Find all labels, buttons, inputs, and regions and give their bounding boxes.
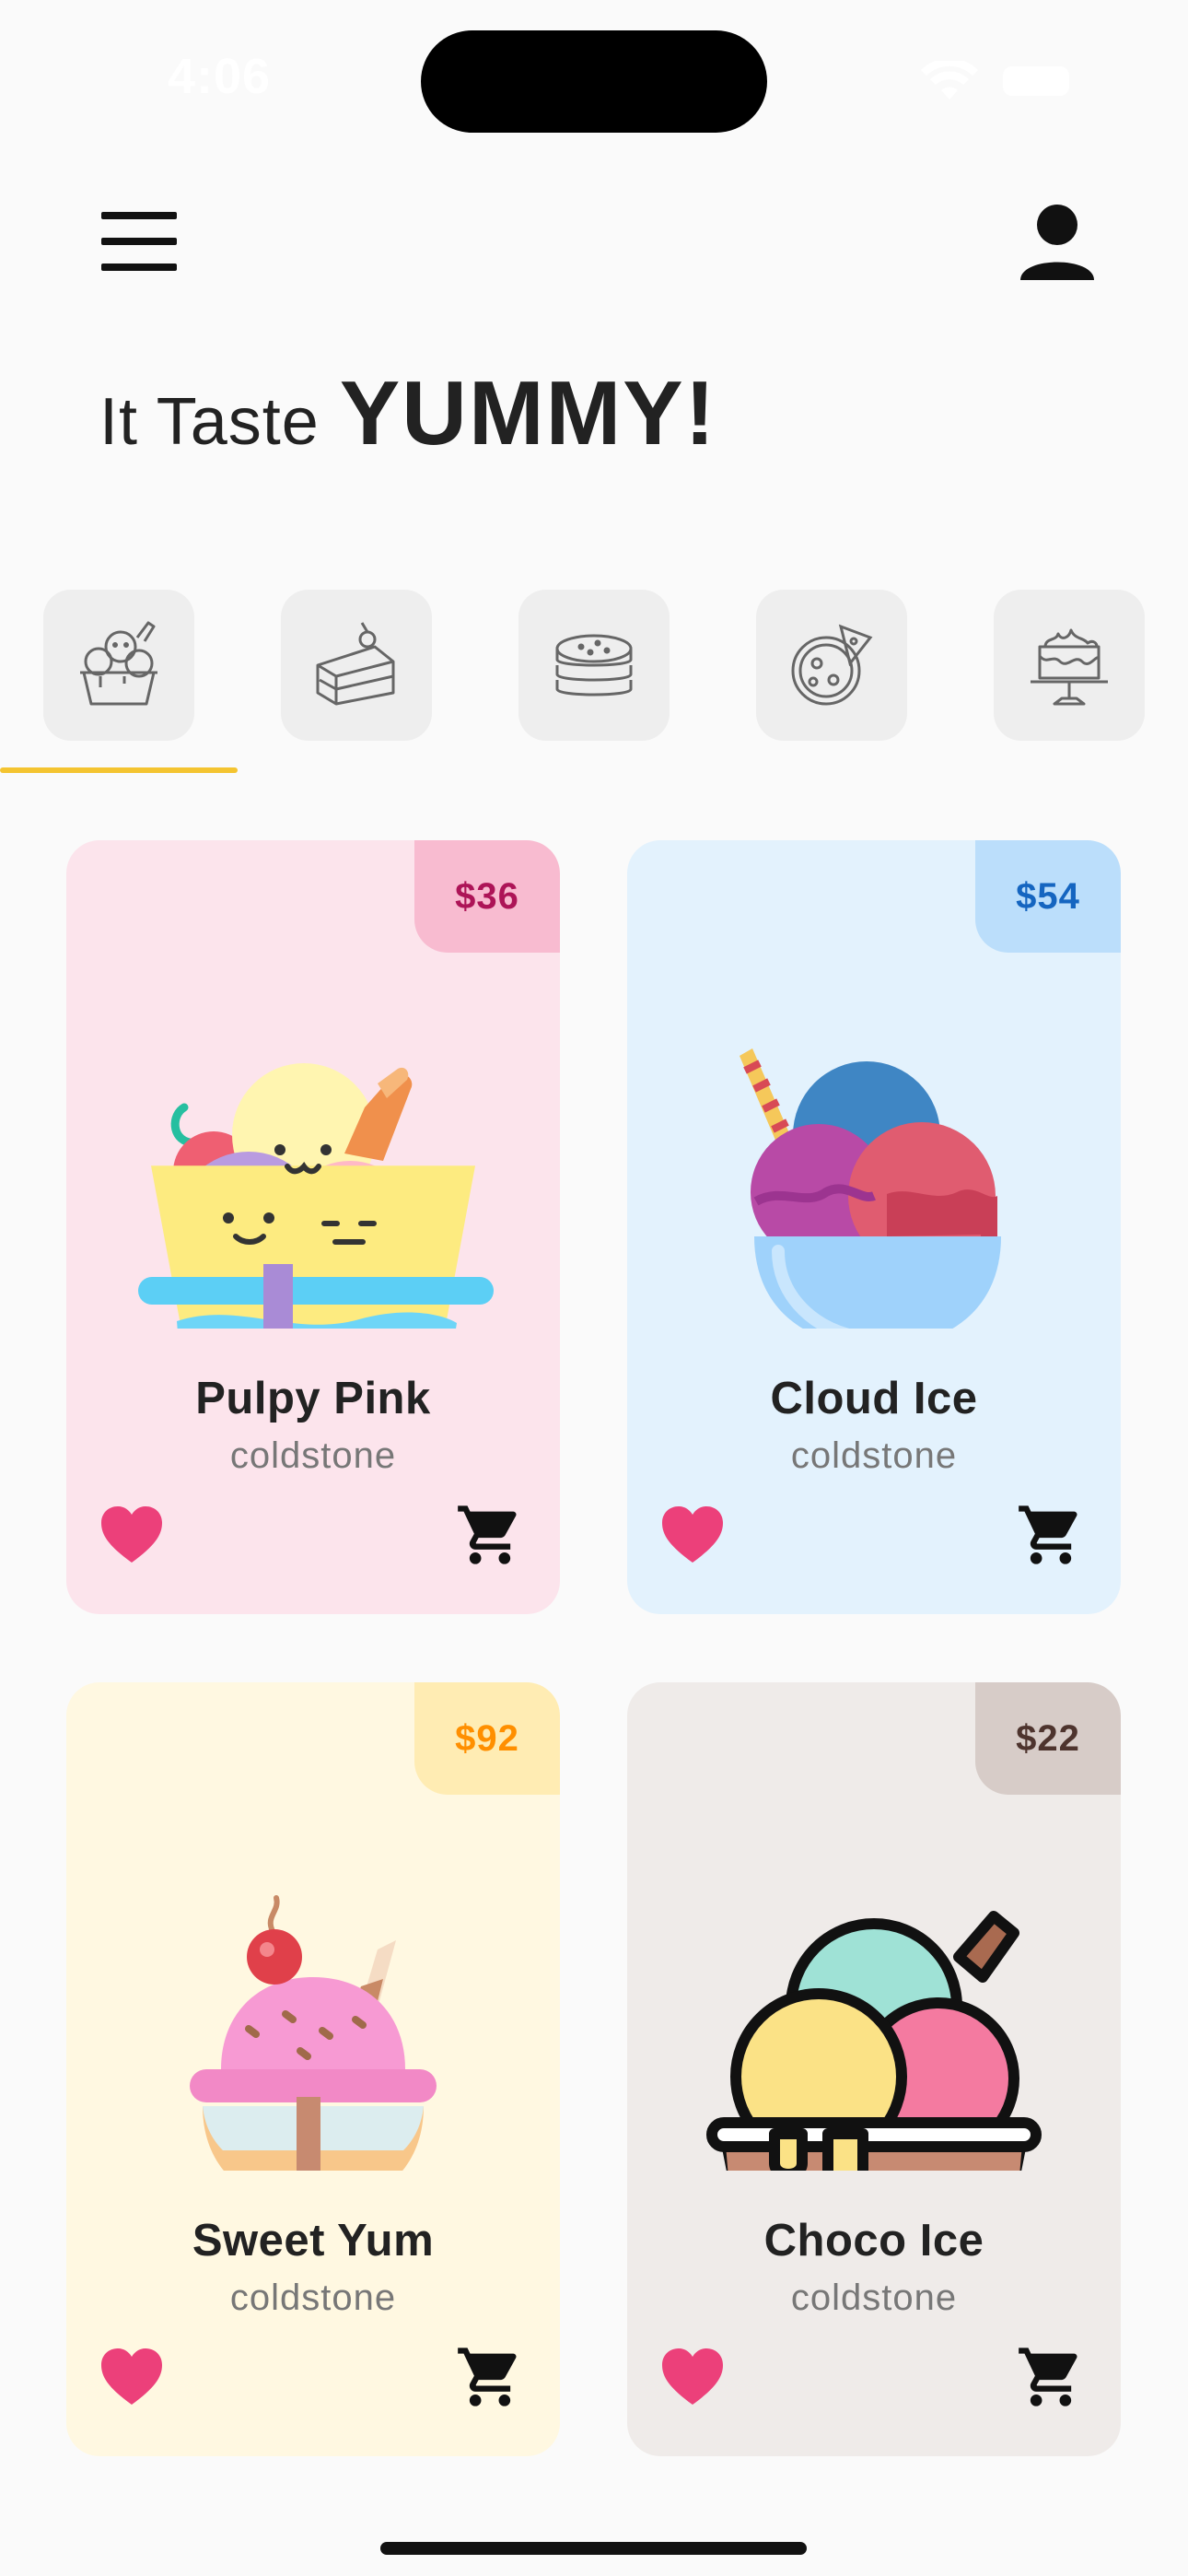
wifi-icon [921,61,978,100]
price-tag: $92 [414,1682,560,1795]
category-tab-pizza[interactable] [756,590,907,741]
pancakes-icon [555,634,633,697]
category-tab-cake[interactable] [994,590,1145,741]
category-tab-ice-cream[interactable] [43,590,194,741]
status-bar: 4:06 [0,0,1188,147]
price-tag: $54 [975,840,1121,953]
product-card[interactable]: $36 Pulpy Pink coldstone [66,840,560,1614]
product-card[interactable]: $22 Choco Ice coldstone [627,1682,1121,2456]
product-name: Sweet Yum [192,2216,435,2266]
ice-cream-basket-icon [706,1911,1042,2171]
title-light: It Taste [99,385,320,459]
ice-cream-goblet-icon [740,1048,1001,1329]
hamburger-line [101,212,177,219]
cart-icon[interactable] [1016,1500,1086,1570]
pizza-icon [791,624,873,706]
category-selected-indicator [0,767,238,773]
product-card[interactable]: $92 Sweet Yum coldstone [66,1682,560,2456]
hamburger-line [101,238,177,245]
price-tag: $36 [414,840,560,953]
cart-icon[interactable] [455,2342,525,2412]
category-tab-cake-slice[interactable] [281,590,432,741]
title-bold: YUMMY! [339,362,717,463]
heart-icon[interactable] [99,2348,164,2406]
cake-stand-icon [1031,628,1108,706]
product-name: Cloud Ice [770,1374,978,1423]
product-brand: coldstone [790,1435,958,1476]
profile-icon[interactable] [1013,199,1101,287]
cake-slice-icon [316,622,395,706]
product-name: Choco Ice [763,2216,984,2266]
product-brand: coldstone [790,2277,958,2318]
product-brand: coldstone [229,2277,397,2318]
product-card[interactable]: $54 Cloud Ice coldstone [627,840,1121,1614]
home-indicator [380,2542,807,2555]
hamburger-line [101,263,177,271]
heart-icon[interactable] [99,1505,164,1564]
product-name: Pulpy Pink [195,1374,431,1423]
ice-cream-bowl-faces-icon [138,1063,494,1329]
heart-icon[interactable] [660,2348,725,2406]
product-brand: coldstone [229,1435,397,1476]
dynamic-island [421,30,767,133]
battery-icon [1003,66,1069,96]
menu-button[interactable] [92,203,188,280]
heart-icon[interactable] [660,1505,725,1564]
ice-cream-cup-icon [80,621,157,706]
category-tab-pancakes[interactable] [518,590,670,741]
ice-cream-sundae-icon [190,1895,437,2171]
cart-icon[interactable] [455,1500,525,1570]
status-time: 4:06 [168,49,272,104]
page-title: It Taste YUMMY! [99,361,716,465]
price-tag: $22 [975,1682,1121,1795]
cart-icon[interactable] [1016,2342,1086,2412]
